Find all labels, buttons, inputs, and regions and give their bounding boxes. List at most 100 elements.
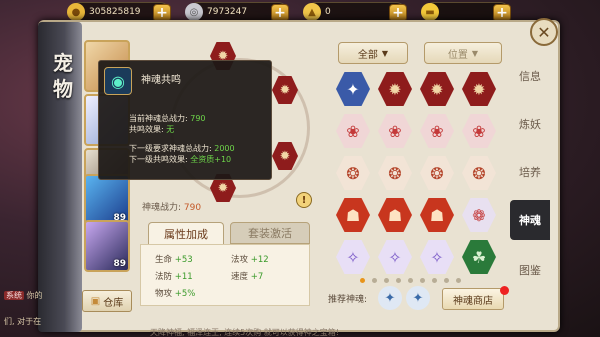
next-effect-label: 下一级共鸣效果: [129, 155, 188, 164]
storage-icon: ▣ [90, 295, 101, 307]
attr-value: +12 [250, 255, 269, 265]
pet-slot[interactable]: 89 [84, 220, 130, 272]
position-dropdown[interactable]: 位置 ▼ [424, 42, 502, 64]
soul-card[interactable]: ❂ [378, 156, 412, 190]
recommended-soul[interactable]: ✦ [378, 286, 402, 310]
next-effect-row: 下一级共鸣效果: 全资质+10 [129, 154, 231, 165]
side-tab-atlas[interactable]: 图鉴 [510, 250, 550, 290]
attr-name: 生命 [155, 255, 173, 265]
soul-card[interactable]: ❂ [462, 156, 496, 190]
panel-title: 宠物 [53, 51, 73, 101]
soul-card[interactable]: ✹ [420, 72, 454, 106]
page-dot[interactable] [396, 278, 401, 283]
tab-attributes[interactable]: 属性加成 [148, 222, 224, 244]
next-power-row: 下一级要求神魂总战力: 2000 [129, 143, 235, 154]
soul-card[interactable]: ❀ [336, 114, 370, 148]
attr-magic-attack: 法攻 +12 [231, 253, 269, 265]
total-power-value: 790 [190, 114, 206, 123]
soul-card[interactable]: ✦ [336, 72, 370, 106]
notification-dot [500, 286, 509, 295]
soul-shop-button[interactable]: 神魂商店 [442, 288, 504, 310]
chat-tag: 系统 [4, 291, 24, 300]
category-dropdown[interactable]: 全部 ▼ [338, 42, 408, 64]
recommended-soul[interactable]: ✦ [406, 286, 430, 310]
chat-text: 你的 [26, 291, 43, 300]
pet-slot[interactable]: 89 [84, 174, 130, 226]
resonance-icon: ◉ [104, 67, 132, 95]
soul-emblem-icon: ✹ [279, 82, 291, 98]
recommend-label: 推荐神魂: [328, 295, 368, 305]
soul-card[interactable]: ❀ [462, 114, 496, 148]
broadcast-text: 天降神福, 福泽连王, 连续5次购 就可以获得神之宝箱! [150, 328, 340, 337]
ingot-value: 0 [325, 7, 331, 17]
side-tab-train[interactable]: 培养 [510, 152, 550, 192]
page-dot[interactable] [384, 278, 389, 283]
soul-card[interactable]: ☗ [378, 198, 412, 232]
soul-card[interactable]: ✹ [462, 72, 496, 106]
chat-panel[interactable]: 系统 你的 们, 对于在 [0, 286, 84, 336]
tab-set-activate[interactable]: 套装激活 [230, 222, 310, 244]
soul-emblem-icon: ✹ [279, 148, 291, 164]
total-power-row: 当前神魂总战力: 790 [129, 113, 206, 124]
next-power-label: 下一级要求神魂总战力: [129, 144, 212, 153]
coin-counter: ● 305825819 + [67, 2, 171, 22]
soul-card[interactable]: ❂ [336, 156, 370, 190]
soul-card[interactable]: ❂ [420, 156, 454, 190]
side-tab-info[interactable]: 信息 [510, 56, 550, 96]
soul-card[interactable]: ✹ [378, 72, 412, 106]
soul-card[interactable]: ❀ [378, 114, 412, 148]
page-dot[interactable] [420, 278, 425, 283]
page-dot[interactable] [408, 278, 413, 283]
chevron-down-icon: ▼ [381, 48, 389, 58]
page-dot[interactable] [444, 278, 449, 283]
effect-row: 共鸣效果: 无 [129, 124, 174, 135]
side-tabs: 信息 炼妖 培养 神魂 图鉴 [510, 56, 554, 296]
next-power-value: 2000 [214, 144, 235, 153]
soul-card[interactable]: ✧ [336, 240, 370, 274]
soul-card[interactable]: ☗ [336, 198, 370, 232]
attr-value: +7 [250, 272, 264, 282]
attr-phys-attack: 物攻 +5% [155, 287, 195, 299]
chevron-down-icon: ▼ [471, 48, 479, 58]
soul-power-label: 神魂战力: [142, 203, 182, 213]
chat-text: 们, 对于在 [4, 317, 42, 326]
attr-value: +11 [174, 272, 193, 282]
tooltip-title: 神魂共鸣 [141, 75, 181, 86]
side-tab-soul[interactable]: 神魂 [510, 200, 550, 240]
attr-name: 速度 [231, 272, 249, 282]
soul-card[interactable]: ❁ [462, 198, 496, 232]
next-effect-value: 全资质+10 [190, 155, 232, 164]
close-icon: ✕ [537, 22, 551, 42]
coin-icon: ● [67, 3, 85, 21]
attr-name: 法攻 [231, 255, 249, 265]
page-dot[interactable] [360, 278, 365, 283]
soul-card[interactable]: ☘ [462, 240, 496, 274]
page-indicator[interactable] [360, 278, 480, 284]
attr-magic-defense: 法防 +11 [155, 270, 193, 282]
soul-card[interactable]: ❀ [420, 114, 454, 148]
gold-bar-icon: ▬ [421, 3, 439, 21]
storage-label: 仓库 [103, 297, 124, 309]
ingot-counter: ▲ 0 + [303, 2, 407, 22]
close-button[interactable]: ✕ [530, 18, 558, 46]
storage-button[interactable]: ▣ 仓库 [82, 290, 132, 312]
chat-line: 们, 对于在 [4, 316, 41, 327]
attribute-list: 生命 +53 法攻 +12 法防 +11 速度 +7 物攻 +5% [140, 244, 310, 306]
soul-card[interactable]: ✧ [378, 240, 412, 274]
pet-level: 89 [113, 259, 126, 269]
silver-counter: ◎ 7973247 + [185, 2, 289, 22]
page-dot[interactable] [432, 278, 437, 283]
soul-power: 神魂战力: 790 [142, 200, 201, 213]
premium-counter: ▬ + [421, 2, 511, 22]
page-dot[interactable] [372, 278, 377, 283]
coin-value: 305825819 [89, 7, 141, 17]
attr-value: +53 [174, 255, 193, 265]
page-dot[interactable] [456, 278, 461, 283]
soul-card[interactable]: ✧ [420, 240, 454, 274]
effect-value: 无 [166, 125, 175, 134]
soul-inventory: 全部 ▼ 位置 ▼ ✦ ✹ ✹ ✹ ❀ ❀ ❀ ❀ ❂ ❂ ❂ ❂ ☗ ☗ ☗ … [328, 42, 509, 314]
warning-icon[interactable]: ! [296, 192, 312, 208]
attr-speed: 速度 +7 [231, 270, 263, 282]
side-tab-refine[interactable]: 炼妖 [510, 104, 550, 144]
soul-card[interactable]: ☗ [420, 198, 454, 232]
